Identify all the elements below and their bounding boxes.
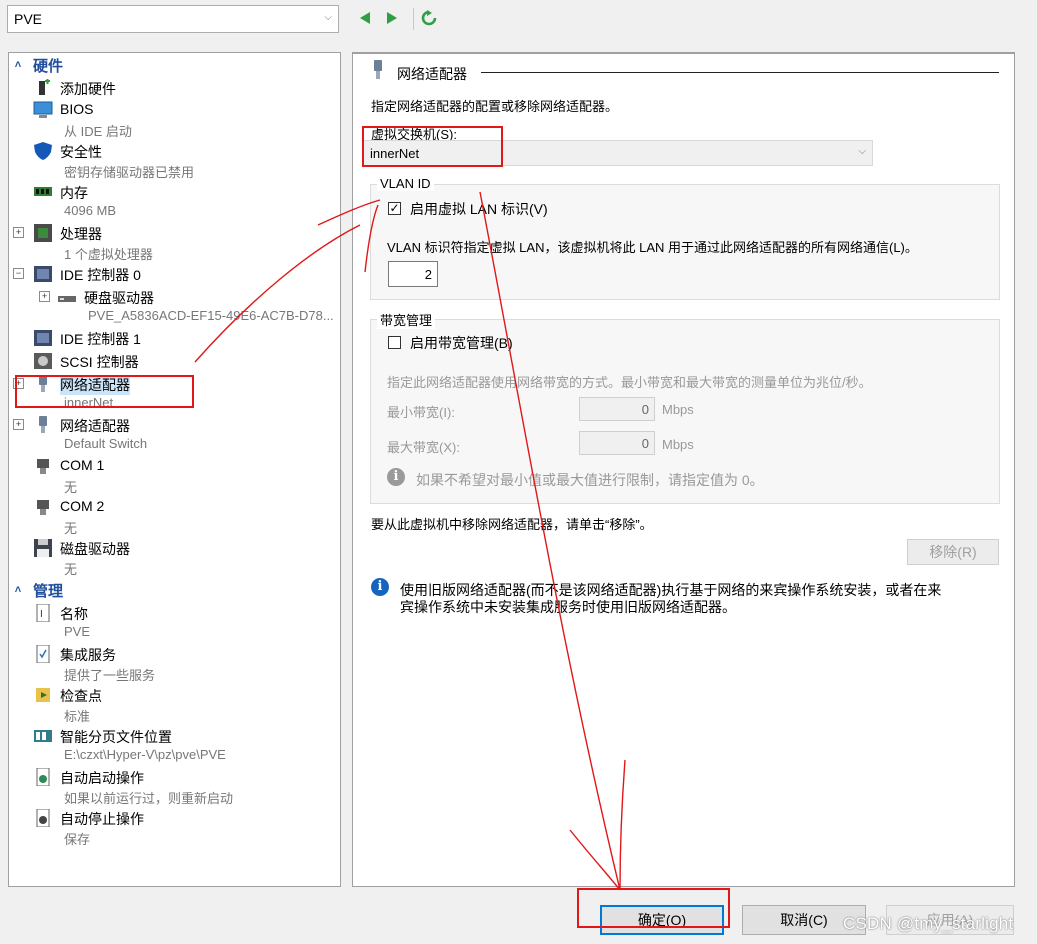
settings-tree: ˄ 硬件 添加硬件 BIOS 从 IDE 启动 安全性 密钥存储驱动器已禁用 内…: [8, 52, 341, 887]
smart-paging-icon: [33, 727, 53, 745]
auto-stop-icon: [33, 808, 53, 828]
chevron-down-icon: ⌵: [324, 12, 332, 23]
chevron-down-icon: ⌵: [858, 146, 866, 157]
vlan-checkbox-label: 启用虚拟 LAN 标识(V): [410, 201, 548, 217]
scsi-controller-icon: [33, 352, 53, 370]
svg-text:I: I: [40, 609, 43, 620]
toolbar-divider: [413, 8, 414, 30]
network-adapter-icon: [33, 416, 53, 434]
expand-icon[interactable]: +: [13, 378, 24, 389]
add-hardware-icon: [33, 78, 53, 97]
hard-drive-icon: [57, 288, 77, 306]
memory-icon: [33, 183, 53, 201]
vm-selector[interactable]: PVE ⌵: [7, 5, 339, 33]
virtual-switch-select[interactable]: innerNet ⌵: [363, 140, 873, 166]
com-port-icon: [33, 498, 53, 516]
checkpoint-icon: [33, 686, 53, 704]
max-bandwidth-input[interactable]: 0: [579, 431, 655, 455]
back-arrow-icon[interactable]: [356, 8, 374, 28]
network-adapter-icon: [371, 60, 385, 83]
settings-detail-panel: 网络适配器 指定网络适配器的配置或移除网络适配器。 虚拟交换机(S): inne…: [352, 52, 1015, 887]
min-bandwidth-input[interactable]: 0: [579, 397, 655, 421]
expand-icon[interactable]: +: [13, 419, 24, 430]
vm-selector-value: PVE: [14, 11, 43, 27]
name-icon: I: [33, 603, 53, 623]
hardware-section-header[interactable]: ˄ 硬件: [11, 55, 63, 75]
management-section-header[interactable]: ˄ 管理: [11, 580, 63, 600]
network-adapter-icon: [33, 375, 53, 393]
floppy-icon: [33, 539, 53, 557]
page-title: 网络适配器: [397, 66, 467, 82]
min-bandwidth-unit: Mbps: [662, 402, 694, 417]
title-divider: [481, 72, 999, 73]
bandwidth-note: 如果不希望对最小值或最大值进行限制，请指定值为 0。: [416, 472, 764, 488]
remove-instructions: 要从此虚拟机中移除网络适配器，请单击“移除”。: [371, 517, 653, 532]
page-description: 指定网络适配器的配置或移除网络适配器。: [371, 99, 619, 114]
shield-icon: [33, 142, 53, 160]
remove-button[interactable]: 移除(R): [907, 539, 999, 565]
bandwidth-description: 指定此网络适配器使用网络带宽的方式。最小带宽和最大带宽的测量单位为兆位/秒。: [387, 375, 872, 390]
max-bandwidth-label: 最大带宽(X):: [387, 440, 460, 455]
vlan-description: VLAN 标识符指定虚拟 LAN，该虚拟机将此 LAN 用于通过此网络适配器的所…: [387, 240, 918, 255]
bandwidth-group-title: 带宽管理: [377, 310, 436, 329]
info-icon: i: [387, 468, 405, 486]
min-bandwidth-label: 最小带宽(I):: [387, 405, 455, 420]
bios-icon: [33, 101, 53, 119]
forward-arrow-icon[interactable]: [383, 8, 401, 28]
expand-icon[interactable]: +: [39, 291, 50, 302]
vlan-id-input[interactable]: 2: [388, 261, 438, 287]
watermark: CSDN @tmy_starlight: [843, 914, 1014, 933]
ide-controller-icon: [33, 265, 53, 283]
max-bandwidth-unit: Mbps: [662, 437, 694, 452]
refresh-icon[interactable]: [420, 8, 438, 28]
expand-icon[interactable]: +: [13, 227, 24, 238]
legacy-adapter-info-line2: 宾操作系统中未安装集成服务时使用旧版网络适配器。: [400, 599, 736, 615]
ok-button[interactable]: 确定(O): [600, 905, 724, 935]
virtual-switch-value: innerNet: [370, 145, 420, 161]
auto-start-icon: [33, 767, 53, 787]
bandwidth-checkbox[interactable]: [388, 336, 401, 349]
collapse-icon[interactable]: −: [13, 268, 24, 279]
integration-services-icon: [33, 644, 53, 664]
vlan-checkbox[interactable]: ✓: [388, 202, 401, 215]
bandwidth-checkbox-label: 启用带宽管理(B): [410, 335, 513, 351]
vlan-group-title: VLAN ID: [377, 176, 434, 191]
cpu-icon: [33, 224, 53, 242]
info-icon: i: [371, 578, 389, 596]
ide-controller-icon: [33, 329, 53, 347]
collapse-icon[interactable]: ˄: [11, 584, 25, 596]
collapse-icon[interactable]: ˄: [11, 59, 25, 71]
com-port-icon: [33, 457, 53, 475]
